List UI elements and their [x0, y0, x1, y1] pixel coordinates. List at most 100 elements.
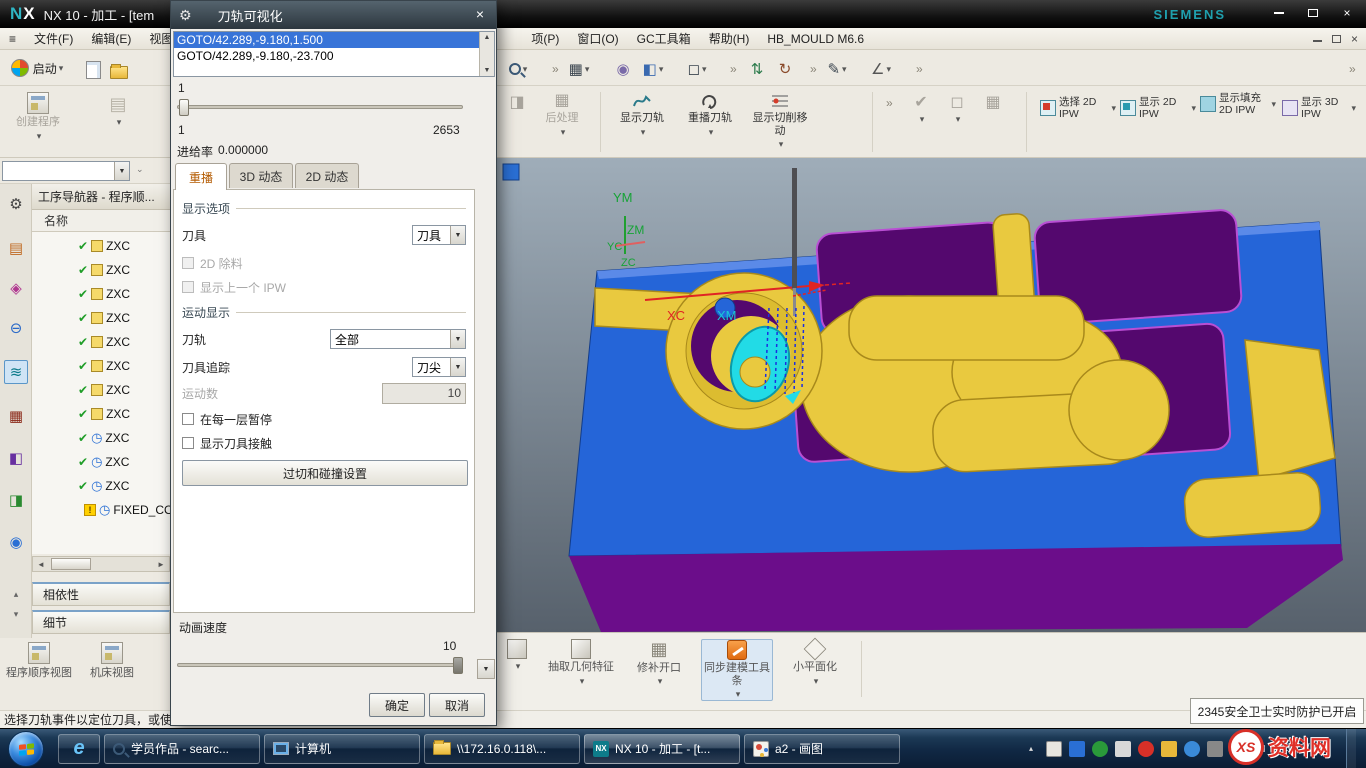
tree-item[interactable]: ✔ZXC	[32, 258, 170, 282]
machine-tool-icon[interactable]: ◨	[504, 94, 530, 112]
menu-icon[interactable]: ≡	[0, 30, 25, 48]
open-file-icon[interactable]	[106, 58, 132, 86]
replay-toolpath-button[interactable]: 重播刀轨 ▾	[682, 92, 738, 137]
scroll-right-icon[interactable]: ►	[153, 560, 169, 569]
menu-file[interactable]: 文件(F)	[25, 28, 82, 49]
overflow-icon[interactable]: »	[552, 62, 559, 76]
tree-item[interactable]: ✔◷ZXC	[32, 450, 170, 474]
animation-speed-track[interactable]	[177, 663, 463, 667]
dialog-close-icon[interactable]: ×	[470, 6, 490, 24]
partial-tool-button[interactable]: ▾	[501, 639, 533, 671]
tray-icon-skype[interactable]	[1184, 741, 1200, 757]
scroll-down-icon[interactable]: ▼	[484, 67, 491, 74]
scrollbar-thumb[interactable]	[51, 558, 91, 570]
overflow-icon[interactable]: »	[810, 62, 817, 76]
tree-item[interactable]: ✔◷ZXC	[32, 474, 170, 498]
taskbar-item-nx[interactable]: NX NX 10 - 加工 - [t...	[584, 734, 740, 764]
search-icon[interactable]: ▾	[505, 55, 531, 83]
program-order-view-button[interactable]: 程序顺序视图	[6, 642, 72, 680]
tray-icon-ime[interactable]	[1046, 741, 1062, 757]
tree-item[interactable]: ✔◷ZXC	[32, 426, 170, 450]
tree-item[interactable]: ✔ZXC	[32, 330, 170, 354]
tray-icon-display[interactable]	[1207, 741, 1223, 757]
menu-window[interactable]: 窗口(O)	[568, 28, 627, 49]
tree-item[interactable]: !◷FIXED_CO...	[32, 498, 170, 522]
cube-display-icon[interactable]: ◧▾	[640, 55, 666, 83]
tool-tracking-combo[interactable]: 刀尖 ▼	[412, 357, 466, 377]
cancel-button[interactable]: 取消	[429, 693, 485, 717]
web-browser-icon[interactable]: ◉	[4, 530, 28, 554]
tray-icon-green[interactable]	[1092, 741, 1108, 757]
overflow-icon[interactable]: »	[886, 96, 893, 110]
style-icon[interactable]: ◻▾	[684, 55, 710, 83]
tab-3d-dynamic[interactable]: 3D 动态	[229, 163, 293, 188]
tree-item[interactable]: ✔ZXC	[32, 378, 170, 402]
gouge-check-icon-button[interactable]: ◻▾	[942, 94, 972, 125]
gouge-collision-settings-button[interactable]: 过切和碰撞设置	[182, 460, 468, 486]
show-tool-contact-checkbox[interactable]	[182, 437, 194, 449]
synchronous-modeling-button[interactable]: 同步建模工具条 ▾	[701, 639, 773, 701]
tree-item[interactable]: ✔ZXC	[32, 354, 170, 378]
more-chevron-icon[interactable]: ⌄	[136, 164, 144, 175]
dependencies-panel-header[interactable]: 相依性	[32, 582, 170, 606]
menu-preferences[interactable]: 项(P)	[522, 28, 568, 49]
line-slider-track[interactable]	[177, 105, 463, 109]
security-notification[interactable]: 2345安全卫士实时防护已开启	[1190, 698, 1364, 724]
minimize-icon[interactable]	[1270, 6, 1288, 20]
constraint-navigator-icon[interactable]: ◈	[4, 276, 28, 300]
taskbar-item-computer[interactable]: 计算机	[264, 734, 420, 764]
reuse-library-icon[interactable]: ◧	[4, 446, 28, 470]
verify-icon-button[interactable]: ✔▾	[906, 94, 936, 125]
motion-count-field[interactable]: 10	[382, 383, 466, 404]
show-2d-ipw-button[interactable]: 显示 2D IPW ▾	[1120, 96, 1196, 120]
animation-speed-handle[interactable]	[453, 657, 463, 674]
assembly-navigator-icon[interactable]: ▤	[4, 236, 28, 260]
machine-navigator-icon[interactable]: ▦	[4, 404, 28, 428]
extract-geometry-button[interactable]: 抽取几何特征 ▾	[545, 639, 617, 686]
close-icon[interactable]: ×	[1338, 6, 1356, 20]
child-restore-icon[interactable]	[1332, 35, 1341, 43]
simulate-icon-button[interactable]: ▦	[978, 94, 1008, 112]
goto-list-item-selected[interactable]: GOTO/42.289,-9.180,1.500	[174, 32, 494, 48]
overflow-icon[interactable]: »	[1349, 62, 1356, 76]
scroll-up-icon[interactable]: ▲	[484, 34, 491, 41]
new-file-icon[interactable]	[80, 56, 106, 84]
show-toolpath-button[interactable]: 显示刀轨 ▾	[614, 92, 670, 137]
machine-view-button[interactable]: 机床视图	[82, 642, 142, 680]
select-2d-ipw-button[interactable]: 选择 2D IPW ▾	[1040, 96, 1116, 120]
tree-item[interactable]: ✔ZXC	[32, 306, 170, 330]
measure-icon[interactable]: ∠▾	[868, 55, 894, 83]
selection-filter-combo[interactable]: ▼	[2, 161, 130, 181]
tree-item[interactable]: ✔ZXC	[32, 234, 170, 258]
combo-arrow-icon[interactable]: ▼	[450, 330, 465, 348]
tab-replay[interactable]: 重播	[175, 163, 227, 190]
snap-grid-icon[interactable]: ▦▾	[566, 55, 592, 83]
list-scrollbar[interactable]: ▲ ▼	[479, 32, 494, 76]
child-window-controls[interactable]: ×	[1313, 32, 1358, 46]
combo-arrow-icon[interactable]: ▼	[450, 358, 465, 376]
show-desktop-button[interactable]	[1346, 729, 1356, 768]
navigator-name-column[interactable]: 名称	[32, 210, 170, 232]
hd3d-tools-icon[interactable]: ◨	[4, 488, 28, 512]
line-slider-handle[interactable]	[179, 99, 189, 116]
details-panel-header[interactable]: 细节	[32, 610, 170, 634]
combo-arrow-icon[interactable]: ▼	[114, 162, 129, 180]
dialog-titlebar[interactable]: ⚙ 刀轨可视化	[171, 1, 496, 29]
sphere-icon[interactable]: ◉	[610, 55, 636, 83]
tree-horizontal-scrollbar[interactable]: ◄ ►	[32, 556, 170, 572]
part-navigator-icon[interactable]: ⊖	[4, 316, 28, 340]
tab-2d-dynamic[interactable]: 2D 动态	[295, 163, 359, 188]
ok-button[interactable]: 确定	[369, 693, 425, 717]
show-3d-ipw-button[interactable]: 显示 3D IPW ▾	[1282, 96, 1356, 120]
toolpath-combo[interactable]: 全部 ▼	[330, 329, 466, 349]
start-button[interactable]	[8, 731, 44, 767]
combo-arrow-icon[interactable]: ▼	[450, 226, 465, 244]
tray-icon-red[interactable]	[1138, 741, 1154, 757]
tool-group-button[interactable]: ▤ ▾	[88, 94, 148, 127]
tray-icon-blue[interactable]	[1069, 741, 1085, 757]
child-close-icon[interactable]: ×	[1351, 32, 1358, 46]
pause-each-level-checkbox[interactable]	[182, 413, 194, 425]
tree-item[interactable]: ✔ZXC	[32, 282, 170, 306]
show-prev-ipw-checkbox[interactable]	[182, 281, 194, 293]
goto-list[interactable]: GOTO/42.289,-9.180,1.500 GOTO/42.289,-9.…	[173, 31, 495, 77]
